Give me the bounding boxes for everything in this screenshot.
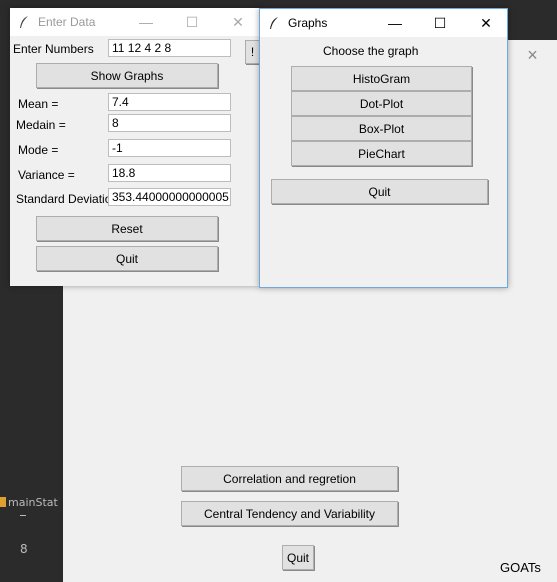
graphs-titlebar: Graphs — ☐ ✕ xyxy=(260,9,507,37)
feather-icon xyxy=(20,16,28,28)
enter-data-titlebar: Enter Data — ☐ ✕ xyxy=(10,8,260,36)
sidebar-dash xyxy=(20,515,26,516)
corner-label: GOATs xyxy=(500,560,541,575)
std-label: Standard Deviatio xyxy=(16,192,112,206)
sidebar-label: mainStat xyxy=(8,496,58,509)
close-icon[interactable]: ✕ xyxy=(466,9,506,37)
central-tendency-button[interactable]: Central Tendency and Variability xyxy=(181,501,398,526)
median-field[interactable]: 8 xyxy=(108,114,231,132)
graphs-window: Graphs — ☐ ✕ Choose the graph HistoGram … xyxy=(259,8,508,288)
variance-label: Variance = xyxy=(18,168,75,182)
mode-field[interactable]: -1 xyxy=(108,139,231,157)
background-close-icon[interactable]: × xyxy=(508,40,557,70)
numbers-label: Enter Numbers xyxy=(13,42,94,56)
graphs-title: Graphs xyxy=(288,16,328,30)
sidebar-marker-icon xyxy=(0,497,6,507)
mode-label: Mode = xyxy=(18,143,59,157)
correlation-regression-button[interactable]: Correlation and regretion xyxy=(181,466,398,491)
histogram-button[interactable]: HistoGram xyxy=(291,66,472,91)
graphs-quit-button[interactable]: Quit xyxy=(271,179,488,204)
choose-graph-label: Choose the graph xyxy=(323,44,419,58)
maximize-icon[interactable]: ☐ xyxy=(420,9,460,37)
box-plot-button[interactable]: Box-Plot xyxy=(291,116,472,141)
enter-data-quit-button[interactable]: Quit xyxy=(36,246,218,271)
sidebar-number: 8 xyxy=(20,542,28,556)
main-quit-button[interactable]: Quit xyxy=(282,545,314,570)
std-field[interactable]: 353.44000000000005 xyxy=(108,188,231,206)
edge-button[interactable]: ! xyxy=(245,40,260,64)
mean-label: Mean = xyxy=(18,97,59,111)
show-graphs-button[interactable]: Show Graphs xyxy=(36,63,218,88)
maximize-icon[interactable]: ☐ xyxy=(172,8,212,36)
variance-field[interactable]: 18.8 xyxy=(108,164,231,182)
mean-field[interactable]: 7.4 xyxy=(108,93,231,111)
close-icon[interactable]: ✕ xyxy=(218,8,258,36)
feather-icon xyxy=(270,17,278,29)
dot-plot-button[interactable]: Dot-Plot xyxy=(291,91,472,116)
enter-data-title: Enter Data xyxy=(38,15,96,29)
minimize-icon[interactable]: — xyxy=(375,9,415,37)
enter-data-window: Enter Data — ☐ ✕ Enter Numbers 11 12 4 2… xyxy=(10,8,260,286)
pie-chart-button[interactable]: PieChart xyxy=(291,141,472,166)
reset-button[interactable]: Reset xyxy=(36,216,218,241)
minimize-icon[interactable]: — xyxy=(126,8,166,36)
numbers-input[interactable]: 11 12 4 2 8 xyxy=(108,39,231,57)
median-label: Medain = xyxy=(16,118,66,132)
